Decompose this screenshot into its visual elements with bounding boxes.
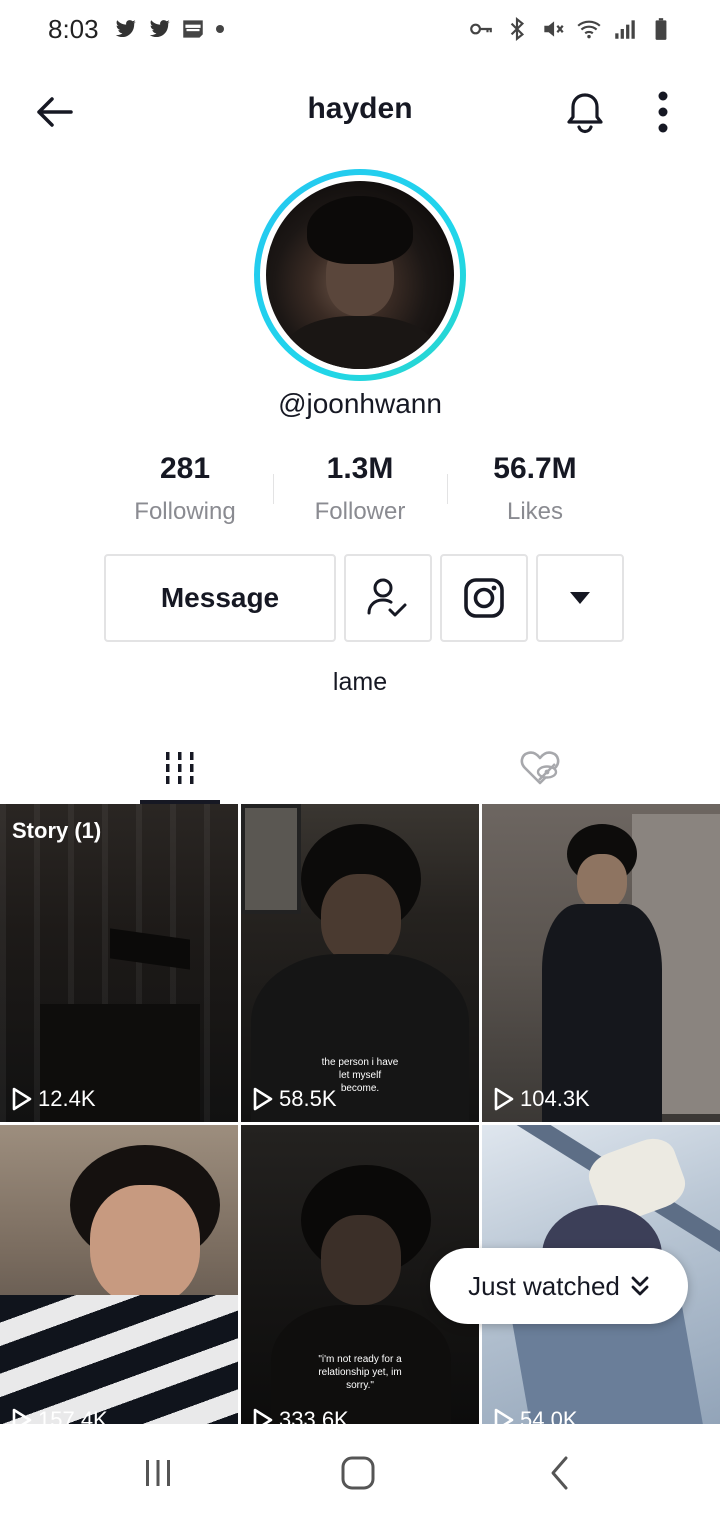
profile-username: @joonhwann bbox=[278, 388, 442, 419]
twitter-icon bbox=[115, 20, 137, 38]
stat-value: 1.3M bbox=[326, 452, 394, 485]
mute-icon bbox=[544, 21, 564, 37]
stat-followers[interactable]: 1.3M Follower bbox=[270, 448, 450, 526]
webtoon-icon bbox=[183, 20, 203, 38]
bluetooth-icon bbox=[510, 16, 525, 42]
view-count: 12.4K bbox=[38, 1086, 96, 1111]
tile-shape bbox=[321, 874, 401, 964]
message-button[interactable]: Message bbox=[104, 554, 336, 642]
view-count: 104.3K bbox=[520, 1086, 590, 1111]
view-count: 54.0K bbox=[520, 1407, 578, 1424]
video-caption: "i'm not ready for a relationship yet, i… bbox=[318, 1354, 402, 1391]
video-tile[interactable]: 104.3K bbox=[482, 804, 720, 1122]
recents-icon bbox=[146, 1460, 170, 1486]
video-tile[interactable]: Story (1) 12.4K bbox=[0, 804, 238, 1122]
tab-videos[interactable] bbox=[0, 732, 360, 804]
just-watched-button[interactable]: Just watched bbox=[430, 1248, 688, 1324]
video-tile[interactable]: the person i have let myself become. 58.… bbox=[241, 804, 479, 1122]
more-options-button[interactable] bbox=[640, 86, 686, 138]
profile-bio: lame bbox=[332, 668, 388, 696]
play-icon bbox=[253, 1087, 273, 1111]
video-views: 157.4K bbox=[12, 1407, 108, 1424]
page-title: hayden bbox=[307, 92, 413, 125]
video-views: 12.4K bbox=[12, 1086, 96, 1112]
play-icon bbox=[494, 1408, 514, 1424]
play-icon bbox=[12, 1087, 32, 1111]
video-views: 54.0K bbox=[494, 1407, 578, 1424]
wifi-icon bbox=[577, 20, 601, 39]
caret-down-icon bbox=[570, 592, 590, 604]
video-tile[interactable]: 157.4K bbox=[0, 1125, 238, 1424]
more-vertical-icon bbox=[658, 91, 668, 133]
avatar-story-ring[interactable] bbox=[254, 169, 466, 381]
battery-icon bbox=[655, 18, 667, 40]
status-bar: 8:03 bbox=[0, 0, 720, 60]
profile-tabs bbox=[0, 732, 720, 804]
home-button[interactable] bbox=[328, 1448, 388, 1498]
grid-icon bbox=[166, 752, 194, 784]
video-grid: Story (1) 12.4K the person i have let my… bbox=[0, 804, 720, 1424]
avatar-frame bbox=[260, 175, 460, 375]
twitter-icon bbox=[149, 20, 171, 38]
stat-label: Follower bbox=[314, 498, 406, 525]
video-views: 333.6K bbox=[253, 1407, 349, 1424]
stat-label: Following bbox=[134, 498, 236, 525]
tile-shape bbox=[0, 1295, 238, 1424]
story-tag: Story (1) bbox=[12, 818, 102, 843]
message-button-label: Message bbox=[160, 582, 280, 613]
instagram-button[interactable] bbox=[440, 554, 528, 642]
tile-shape bbox=[90, 1185, 200, 1305]
home-icon bbox=[341, 1456, 375, 1490]
stat-label: Likes bbox=[506, 498, 564, 525]
tab-liked-private[interactable] bbox=[360, 732, 720, 804]
status-left-icons bbox=[112, 16, 226, 42]
double-chevron-down-icon bbox=[631, 1276, 649, 1296]
back-icon bbox=[551, 1456, 568, 1490]
stat-following[interactable]: 281 Following bbox=[95, 448, 275, 526]
play-icon bbox=[494, 1087, 514, 1111]
just-watched-label: Just watched bbox=[468, 1270, 620, 1301]
more-actions-dropdown[interactable] bbox=[536, 554, 624, 642]
profile-header: hayden bbox=[0, 70, 720, 150]
view-count: 157.4K bbox=[38, 1407, 108, 1424]
notification-bell-button[interactable] bbox=[560, 86, 610, 138]
tile-shape bbox=[321, 1215, 401, 1305]
avatar bbox=[266, 181, 454, 369]
play-icon bbox=[253, 1408, 273, 1424]
profile-stats: 281 Following 1.3M Follower 56.7M Likes bbox=[0, 448, 720, 538]
play-icon bbox=[12, 1408, 32, 1424]
bell-icon bbox=[567, 93, 603, 134]
stat-value: 56.7M bbox=[493, 452, 577, 485]
tile-shape bbox=[241, 804, 301, 914]
dot-icon bbox=[216, 25, 224, 33]
video-views: 104.3K bbox=[494, 1086, 590, 1112]
view-count: 58.5K bbox=[279, 1086, 337, 1111]
video-views: 58.5K bbox=[253, 1086, 337, 1112]
system-nav-bar bbox=[0, 1424, 720, 1520]
heart-hidden-icon bbox=[520, 751, 560, 785]
recents-button[interactable] bbox=[128, 1448, 188, 1498]
instagram-icon bbox=[464, 578, 504, 618]
stat-likes[interactable]: 56.7M Likes bbox=[445, 448, 625, 526]
tile-shape bbox=[577, 854, 627, 909]
avatar-shoulder-shape bbox=[284, 316, 436, 369]
view-count: 333.6K bbox=[279, 1407, 349, 1424]
status-time: 8:03 bbox=[48, 14, 99, 44]
status-right-icons bbox=[468, 16, 674, 42]
avatar-hair-shape bbox=[307, 196, 413, 264]
signal-icon bbox=[615, 20, 635, 39]
stat-value: 281 bbox=[159, 452, 211, 485]
user-check-icon bbox=[367, 578, 407, 617]
system-back-button[interactable] bbox=[530, 1448, 590, 1498]
following-status-button[interactable] bbox=[344, 554, 432, 642]
vpn-key-icon bbox=[470, 23, 492, 35]
